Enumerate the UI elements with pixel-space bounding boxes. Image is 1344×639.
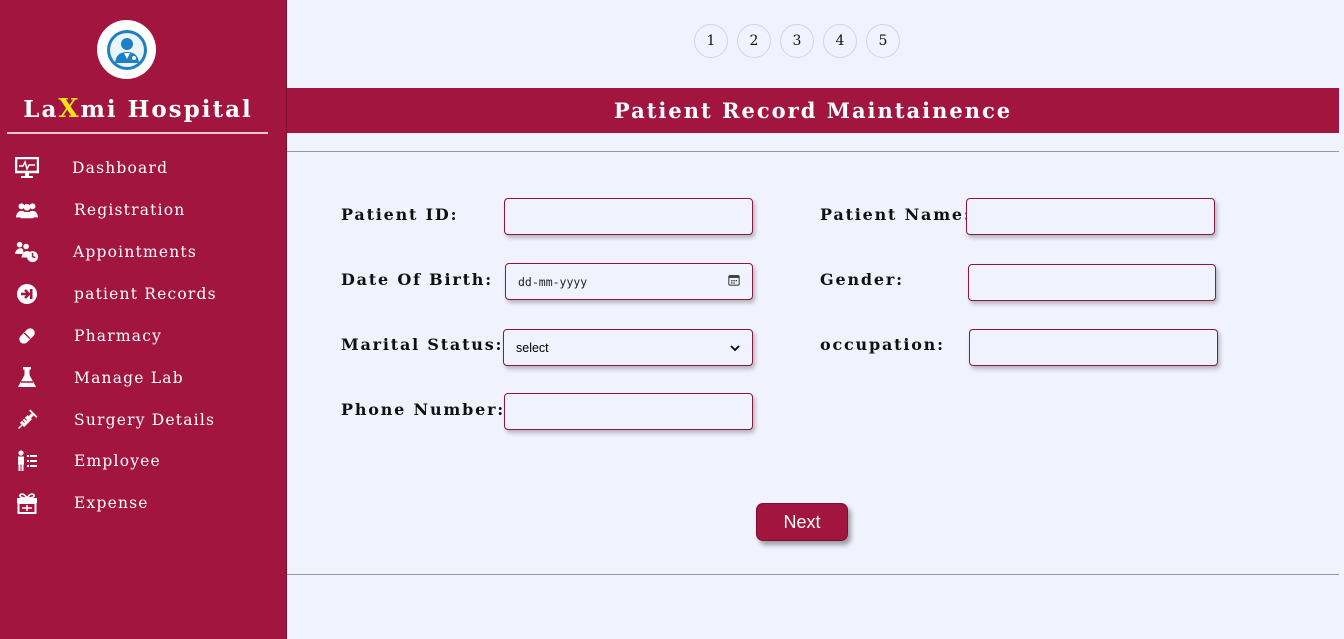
sidebar-item-manage-lab[interactable]: Manage Lab [0, 360, 286, 396]
page-title: Patient Record Maintainence [287, 88, 1339, 133]
sidebar-item-dashboard[interactable]: Dashboard [0, 150, 286, 186]
occupation-label: occupation: [820, 335, 945, 354]
patient-id-field[interactable] [504, 198, 753, 235]
marital-status-label: Marital Status: [341, 335, 504, 354]
chevron-down-icon [730, 341, 740, 355]
sidebar-item-registration[interactable]: Registration [0, 192, 286, 228]
gift-box-icon [15, 491, 39, 515]
record-icon [15, 282, 39, 306]
patient-name-label: Patient Name: [820, 205, 972, 224]
top-divider [287, 151, 1339, 152]
sidebar-item-label: Registration [74, 201, 186, 219]
page-button-4[interactable]: 4 [823, 24, 857, 58]
marital-status-value: select [516, 340, 549, 355]
patient-name-field[interactable] [966, 198, 1215, 235]
occupation-field[interactable] [969, 329, 1218, 366]
phone-number-label: Phone Number: [341, 400, 506, 419]
syringe-icon [15, 408, 39, 432]
sidebar-item-expense[interactable]: Expense [0, 485, 286, 521]
appointment-clock-icon [15, 240, 39, 264]
sidebar-item-label: Surgery Details [74, 411, 216, 429]
hospital-logo [97, 20, 156, 79]
phone-number-field[interactable] [504, 393, 753, 430]
page-button-2[interactable]: 2 [737, 24, 771, 58]
sidebar-item-pharmacy[interactable]: Pharmacy [0, 318, 286, 354]
monitor-icon [15, 156, 39, 180]
page-button-1[interactable]: 1 [694, 24, 728, 58]
brand-title: LaXmi Hospital [0, 94, 276, 124]
marital-status-select[interactable]: select [503, 329, 753, 366]
doctor-icon [106, 29, 147, 70]
gender-label: Gender: [820, 270, 904, 289]
bottom-divider [287, 574, 1339, 575]
sidebar-item-employee[interactable]: Employee [0, 443, 286, 479]
pill-icon [15, 324, 39, 348]
page-button-5[interactable]: 5 [866, 24, 900, 58]
page-button-3[interactable]: 3 [780, 24, 814, 58]
sidebar-item-surgery-details[interactable]: Surgery Details [0, 402, 286, 438]
sidebar-item-label: Dashboard [72, 159, 169, 177]
sidebar-item-label: Employee [74, 452, 161, 470]
dob-field[interactable]: dd-mm-yyyy [505, 263, 753, 300]
sidebar-item-label: Appointments [73, 243, 197, 261]
sidebar-item-label: Expense [74, 494, 149, 512]
step-pager: 1 2 3 4 5 [694, 24, 900, 58]
brand-suffix: mi Hospital [80, 96, 253, 123]
users-icon [15, 198, 39, 222]
brand-prefix: La [23, 96, 59, 123]
brand-divider [7, 132, 268, 134]
sidebar-item-label: Manage Lab [74, 369, 184, 387]
next-button[interactable]: Next [756, 503, 848, 541]
brand-highlight: X [58, 94, 81, 124]
sidebar-item-patient-records[interactable]: patient Records [0, 276, 286, 312]
sidebar-item-appointments[interactable]: Appointments [0, 234, 286, 270]
calendar-icon[interactable] [728, 274, 740, 289]
sidebar-item-label: patient Records [74, 285, 217, 303]
employee-list-icon [15, 449, 39, 473]
sidebar-item-label: Pharmacy [74, 327, 163, 345]
sidebar: LaXmi Hospital Dashboard Registration Ap… [0, 0, 287, 639]
dob-placeholder: dd-mm-yyyy [518, 274, 588, 289]
gender-field[interactable] [968, 264, 1216, 301]
flask-icon [15, 366, 39, 390]
dob-label: Date Of Birth: [341, 270, 493, 289]
patient-id-label: Patient ID: [341, 205, 459, 224]
